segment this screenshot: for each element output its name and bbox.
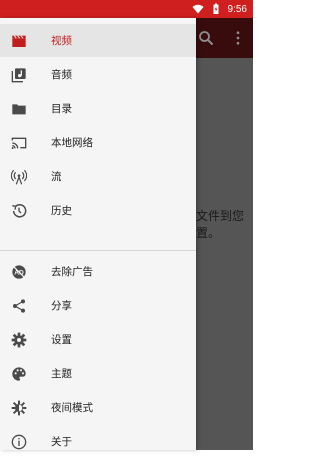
settings-icon — [11, 332, 27, 348]
video-clapper-icon — [11, 33, 27, 49]
drawer-item-audio[interactable]: 音频 — [0, 58, 196, 91]
remove-ads-icon: AD — [11, 264, 27, 280]
battery-icon — [210, 3, 222, 15]
drawer-item-label: 音频 — [51, 69, 72, 81]
drawer-item-label: 分享 — [51, 300, 72, 312]
status-bar: 9:56 — [0, 0, 253, 18]
drawer-item-remove-ads[interactable]: AD 去除广告 — [0, 255, 196, 288]
drawer-divider — [0, 250, 196, 251]
cast-icon — [11, 135, 27, 151]
drawer-item-label: 夜间模式 — [51, 402, 93, 414]
history-icon — [11, 203, 27, 219]
drawer-item-label: 设置 — [51, 334, 72, 346]
drawer-item-stream[interactable]: 流 — [0, 160, 196, 193]
drawer-item-settings[interactable]: 设置 — [0, 323, 196, 356]
drawer-item-label: 流 — [51, 171, 62, 183]
drawer-item-local-network[interactable]: 本地网络 — [0, 126, 196, 159]
status-time: 9:56 — [227, 3, 247, 15]
drawer-item-label: 目录 — [51, 103, 72, 115]
drawer-item-label: 视频 — [51, 35, 72, 47]
drawer-item-video[interactable]: 视频 — [0, 24, 196, 57]
drawer-item-label: 主题 — [51, 368, 72, 380]
drawer-item-label: 关于 — [51, 436, 72, 448]
drawer-item-history[interactable]: 历史 — [0, 194, 196, 227]
night-mode-icon — [11, 400, 27, 416]
drawer-item-about[interactable]: 关于 — [0, 425, 196, 458]
overflow-menu-icon[interactable] — [229, 29, 247, 47]
drawer-item-night-mode[interactable]: 夜间模式 — [0, 391, 196, 424]
drawer-item-label: 本地网络 — [51, 137, 93, 149]
wifi-icon — [192, 3, 204, 15]
stream-antenna-icon — [11, 169, 27, 185]
drawer-item-directory[interactable]: 目录 — [0, 92, 196, 125]
folder-icon — [11, 101, 27, 117]
navigation-drawer: 视频 音频 目录 本地网络 流 历史 AD 去除广告 分享 设置 主题 夜间模式… — [0, 18, 196, 450]
drawer-item-theme[interactable]: 主题 — [0, 357, 196, 390]
drawer-item-share[interactable]: 分享 — [0, 289, 196, 322]
share-icon — [11, 298, 27, 314]
empty-state-message: 文件到您 置。 — [196, 208, 256, 242]
search-icon[interactable] — [197, 29, 215, 47]
empty-state-line-2: 置。 — [196, 226, 221, 240]
empty-state-line-1: 文件到您 — [196, 209, 245, 223]
audio-library-icon — [11, 67, 27, 83]
drawer-item-label: 去除广告 — [51, 266, 93, 278]
drawer-item-label: 历史 — [51, 205, 72, 217]
info-icon — [11, 434, 27, 450]
palette-icon — [11, 366, 27, 382]
